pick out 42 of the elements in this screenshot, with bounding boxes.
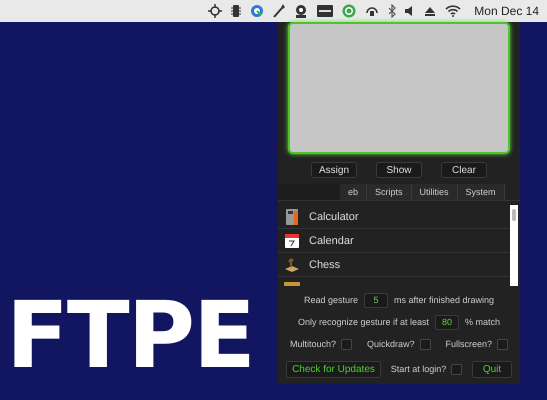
- wifi-icon[interactable]: [445, 5, 462, 17]
- calculator-icon: [283, 208, 301, 226]
- scrollbar[interactable]: [510, 205, 518, 286]
- card-icon[interactable]: [317, 5, 334, 17]
- checkbox[interactable]: [420, 338, 431, 350]
- action-button[interactable]: Assign: [311, 162, 357, 178]
- setting-label: Read gesture: [304, 295, 358, 305]
- check-updates-button[interactable]: Check for Updates: [286, 360, 381, 378]
- app-name[interactable]: Calendar: [309, 234, 354, 246]
- chess-icon: [283, 256, 301, 274]
- app-name[interactable]: Chess: [309, 258, 340, 270]
- setting-label: % match: [465, 317, 500, 327]
- quit-button[interactable]: Quit: [472, 360, 512, 378]
- checkbox-label: Quickdraw?: [366, 339, 415, 349]
- tab[interactable]: eb: [340, 184, 368, 200]
- eject-icon[interactable]: [424, 5, 436, 17]
- wand-icon[interactable]: [273, 4, 286, 18]
- tab[interactable]: Scripts: [367, 184, 412, 200]
- target-icon[interactable]: [342, 4, 356, 18]
- app-name[interactable]: Calculator: [309, 210, 359, 222]
- gauge-icon[interactable]: [250, 4, 264, 18]
- setting-label: ms after finished drawing: [394, 295, 494, 305]
- tab[interactable]: System: [458, 184, 505, 200]
- checkbox[interactable]: [341, 338, 352, 350]
- checkbox-label: Start at login?: [390, 364, 446, 374]
- wallpaper-text: FTPE: [6, 290, 254, 382]
- checkbox[interactable]: [497, 338, 508, 350]
- crosshair-icon[interactable]: [208, 4, 222, 18]
- action-button[interactable]: Show: [376, 162, 422, 178]
- checkbox[interactable]: [451, 364, 462, 374]
- number-field[interactable]: 80: [435, 314, 460, 330]
- checkbox-label: Fullscreen?: [445, 339, 492, 349]
- scrollbar-thumb[interactable]: [512, 209, 516, 221]
- menu-bar-clock[interactable]: Mon Dec 14: [474, 4, 539, 18]
- bluetooth-icon[interactable]: [388, 4, 396, 18]
- action-button[interactable]: Clear: [441, 162, 487, 178]
- calendar-icon: [283, 232, 301, 250]
- chip-icon[interactable]: [231, 4, 242, 18]
- setting-label: Only recognize gesture if at least: [298, 317, 430, 327]
- tab[interactable]: Utilities: [412, 184, 458, 200]
- checkbox-label: Multitouch?: [290, 339, 336, 349]
- number-field[interactable]: 5: [364, 292, 388, 308]
